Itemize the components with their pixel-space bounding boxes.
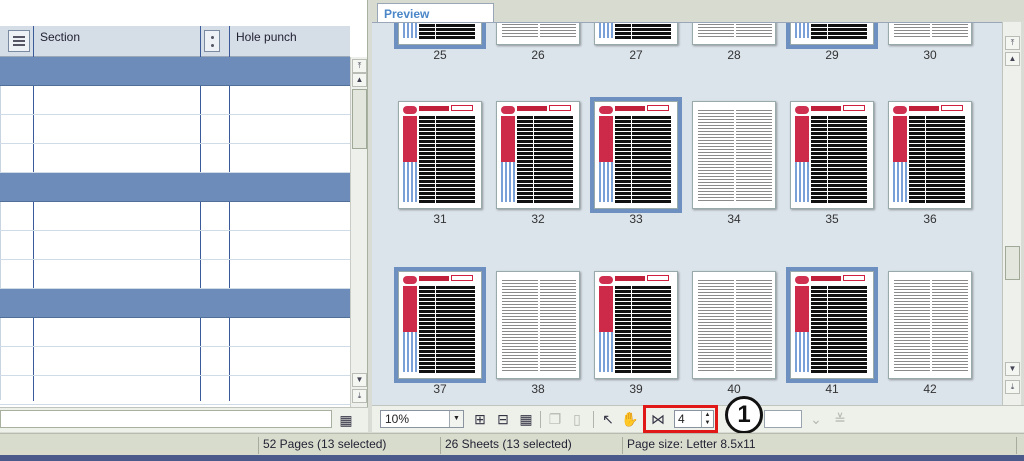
page-thumbnail[interactable]: [394, 267, 486, 383]
table-row[interactable]: [0, 144, 350, 173]
column-header-hole-punch[interactable]: Hole punch: [200, 26, 350, 57]
page-thumbnail[interactable]: [496, 101, 580, 209]
page-number: 41: [825, 382, 839, 396]
page-number: 30: [923, 48, 937, 62]
toolbar-separator: [593, 411, 594, 428]
scroll-bottom-icon[interactable]: ⤓: [1005, 380, 1020, 394]
page-thumbnail[interactable]: [692, 23, 776, 45]
zoom-select[interactable]: 10% ▼: [380, 410, 464, 428]
page-thumbnail[interactable]: [398, 101, 482, 209]
double-chevron-down-icon[interactable]: ≚: [830, 409, 850, 429]
page-thumbnail[interactable]: [786, 267, 878, 383]
page-input-field[interactable]: [764, 410, 802, 428]
table-row[interactable]: [0, 173, 350, 202]
page-thumbnail[interactable]: [594, 271, 678, 379]
page-number: 37: [433, 382, 447, 396]
preview-area[interactable]: 25 26 27 28 29 30 31 32 33 34 35 36 37 38 39 40 41 42: [372, 22, 1002, 405]
page-thumbnail[interactable]: [692, 271, 776, 379]
page-thumbnail[interactable]: [594, 23, 678, 45]
page-thumbnail[interactable]: [888, 271, 972, 379]
left-horizontal-field[interactable]: [0, 410, 332, 428]
table-row[interactable]: [0, 202, 350, 231]
page-thumbnail[interactable]: [496, 23, 580, 45]
page-thumbnail[interactable]: [394, 23, 486, 49]
page-number: 29: [825, 48, 839, 62]
callout-number: 1: [725, 396, 763, 434]
page-thumbnail[interactable]: [496, 271, 580, 379]
copy-pages-icon[interactable]: ❐: [545, 409, 565, 429]
preview-vertical-scrollbar[interactable]: ⤒ ▲ ▼ ⤓: [1002, 22, 1021, 405]
page-number: 31: [433, 212, 447, 226]
scroll-up-icon[interactable]: ▲: [1005, 52, 1020, 66]
hole-punch-icon: [204, 30, 220, 52]
table-row[interactable]: [0, 115, 350, 144]
page-number: 33: [629, 212, 643, 226]
page-number: 36: [923, 212, 937, 226]
fit-width-icon[interactable]: ⊞: [470, 409, 490, 429]
page-number: 34: [727, 212, 741, 226]
grid-header: Section Hole punch: [0, 26, 350, 57]
fit-height-icon[interactable]: ⊟: [493, 409, 513, 429]
table-row[interactable]: [0, 318, 350, 347]
hand-icon[interactable]: ✋: [620, 409, 640, 429]
column-header-section[interactable]: Section: [0, 26, 200, 57]
scroll-down-icon[interactable]: ▼: [352, 373, 367, 387]
scroll-down-icon[interactable]: ▼: [1005, 362, 1020, 376]
chevron-down-icon[interactable]: ⌄: [806, 409, 826, 429]
page-number: 40: [727, 382, 741, 396]
page-thumbnail[interactable]: [888, 23, 972, 45]
table-row[interactable]: [0, 231, 350, 260]
page-thumbnail[interactable]: [888, 101, 972, 209]
grid-view-icon[interactable]: ▦: [336, 410, 356, 430]
page-number: 38: [531, 382, 545, 396]
page-number: 35: [825, 212, 839, 226]
toolbar-separator: [540, 411, 541, 428]
chevron-down-icon[interactable]: ▼: [449, 411, 463, 427]
thumbnail-grid-icon[interactable]: ▦: [516, 409, 536, 429]
page-number: 39: [629, 382, 643, 396]
window-edge: [0, 455, 1024, 461]
status-pages: 52 Pages (13 selected): [258, 437, 438, 454]
zoom-value: 10%: [385, 412, 410, 426]
page-number: 26: [531, 48, 545, 62]
table-row[interactable]: [0, 289, 350, 318]
page-thumbnail[interactable]: [692, 101, 776, 209]
scroll-bottom-icon[interactable]: ⤓: [352, 389, 367, 403]
page-number: 32: [531, 212, 545, 226]
left-vertical-scrollbar[interactable]: ⤒ ▲ ▼ ⤓: [350, 57, 367, 407]
tab-preview[interactable]: Preview: [377, 3, 494, 23]
page-number: 28: [727, 48, 741, 62]
status-sheets: 26 Sheets (13 selected): [440, 437, 620, 454]
highlight-box: [643, 405, 718, 433]
scroll-top-icon[interactable]: ⤒: [1005, 36, 1020, 50]
spread-view-icon[interactable]: ▯: [567, 409, 587, 429]
pointer-icon[interactable]: ↖: [598, 409, 618, 429]
status-divider: [1016, 437, 1024, 454]
page-thumbnail[interactable]: [786, 23, 878, 49]
page-thumbnail[interactable]: [590, 97, 682, 213]
page-number: 25: [433, 48, 447, 62]
table-row[interactable]: [0, 260, 350, 289]
scroll-up-icon[interactable]: ▲: [352, 73, 367, 87]
page-thumbnail[interactable]: [790, 101, 874, 209]
table-row[interactable]: [0, 347, 350, 376]
table-row[interactable]: [0, 57, 350, 86]
column-header-section-label: Section: [40, 30, 81, 44]
scrollbar-thumb[interactable]: [352, 89, 367, 149]
page-number: 27: [629, 48, 643, 62]
status-page-size: Page size: Letter 8.5x11: [622, 437, 822, 454]
table-row[interactable]: [0, 86, 350, 115]
list-lines-icon: [8, 30, 30, 52]
column-header-hole-punch-label: Hole punch: [236, 30, 297, 44]
scrollbar-thumb[interactable]: [1005, 246, 1020, 280]
table-row[interactable]: [0, 376, 350, 405]
page-number: 42: [923, 382, 937, 396]
scroll-top-icon[interactable]: ⤒: [352, 59, 367, 73]
